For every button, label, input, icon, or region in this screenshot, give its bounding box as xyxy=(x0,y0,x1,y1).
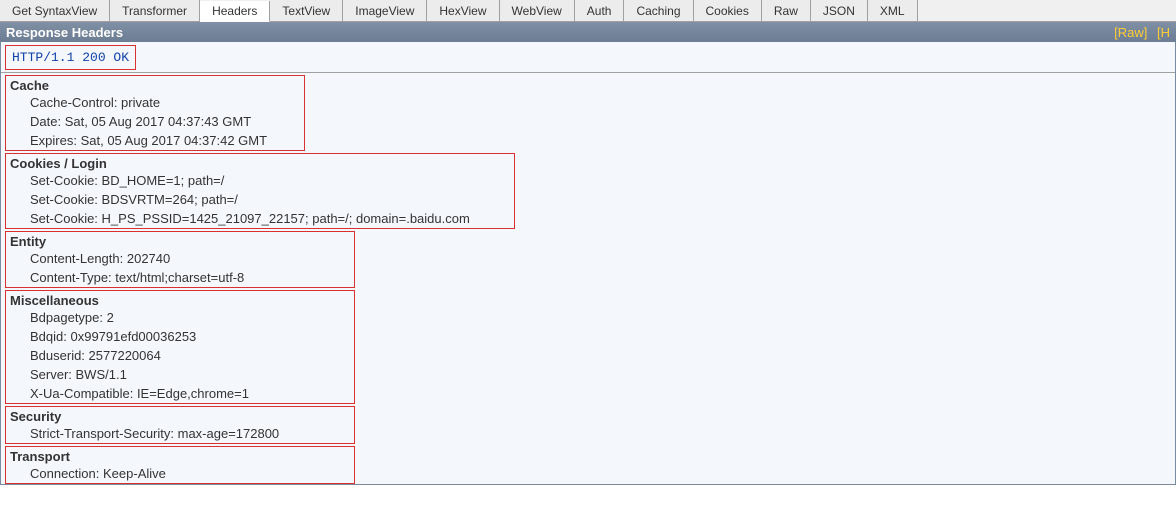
header-group-entity: EntityContent-Length: 202740Content-Type… xyxy=(5,231,355,288)
header-value: Sat, 05 Aug 2017 04:37:42 GMT xyxy=(81,133,267,148)
group-title: Transport xyxy=(6,447,354,464)
header-row[interactable]: Cache-Control: private xyxy=(6,93,304,112)
header-row[interactable]: Server: BWS/1.1 xyxy=(6,365,354,384)
tab-headers[interactable]: Headers xyxy=(200,1,270,22)
header-row[interactable]: Date: Sat, 05 Aug 2017 04:37:43 GMT xyxy=(6,112,304,131)
header-group-cache: CacheCache-Control: privateDate: Sat, 05… xyxy=(5,75,305,151)
tab-imageview[interactable]: ImageView xyxy=(343,0,427,21)
header-name: Bdqid: xyxy=(30,329,70,344)
header-name: Content-Length: xyxy=(30,251,127,266)
status-line-box: HTTP/1.1 200 OK xyxy=(5,45,136,70)
header-name: Expires: xyxy=(30,133,81,148)
response-headers-titlebar: Response Headers [Raw] [H xyxy=(0,22,1176,42)
header-value: 2577220064 xyxy=(89,348,161,363)
group-title: Security xyxy=(6,407,354,424)
tab-get-syntaxview[interactable]: Get SyntaxView xyxy=(0,0,110,21)
tab-hexview[interactable]: HexView xyxy=(427,0,499,21)
header-group-cookies-login: Cookies / LoginSet-Cookie: BD_HOME=1; pa… xyxy=(5,153,515,229)
group-title: Entity xyxy=(6,232,354,249)
header-row[interactable]: X-Ua-Compatible: IE=Edge,chrome=1 xyxy=(6,384,354,403)
tab-xml[interactable]: XML xyxy=(868,0,918,21)
header-row[interactable]: Content-Type: text/html;charset=utf-8 xyxy=(6,268,354,287)
titlebar-links: [Raw] [H xyxy=(1108,25,1170,40)
separator xyxy=(1,72,1175,73)
header-name: Set-Cookie: xyxy=(30,192,102,207)
header-row[interactable]: Connection: Keep-Alive xyxy=(6,464,354,483)
header-value: 202740 xyxy=(127,251,170,266)
tab-textview[interactable]: TextView xyxy=(270,0,343,21)
header-name: Strict-Transport-Security: xyxy=(30,426,178,441)
tab-json[interactable]: JSON xyxy=(811,0,868,21)
header-name: Date: xyxy=(30,114,65,129)
header-row[interactable]: Bdqid: 0x99791efd00036253 xyxy=(6,327,354,346)
header-name: Bduserid: xyxy=(30,348,89,363)
header-value: BDSVRTM=264; path=/ xyxy=(102,192,238,207)
tab-raw[interactable]: Raw xyxy=(762,0,811,21)
header-row[interactable]: Expires: Sat, 05 Aug 2017 04:37:42 GMT xyxy=(6,131,304,150)
header-value: BWS/1.1 xyxy=(76,367,127,382)
header-row[interactable]: Strict-Transport-Security: max-age=17280… xyxy=(6,424,354,443)
tab-webview[interactable]: WebView xyxy=(500,0,575,21)
header-row[interactable]: Set-Cookie: H_PS_PSSID=1425_21097_22157;… xyxy=(6,209,514,228)
header-group-security: SecurityStrict-Transport-Security: max-a… xyxy=(5,406,355,444)
http-status-line: HTTP/1.1 200 OK xyxy=(6,46,135,69)
header-name: Content-Type: xyxy=(30,270,115,285)
tab-bar: Get SyntaxViewTransformerHeadersTextView… xyxy=(0,0,1176,22)
header-name: Set-Cookie: xyxy=(30,173,102,188)
group-title: Cookies / Login xyxy=(6,154,514,171)
header-group-transport: TransportConnection: Keep-Alive xyxy=(5,446,355,484)
raw-link[interactable]: [Raw] xyxy=(1114,25,1147,40)
header-row[interactable]: Content-Length: 202740 xyxy=(6,249,354,268)
header-value: text/html;charset=utf-8 xyxy=(115,270,244,285)
header-group-miscellaneous: MiscellaneousBdpagetype: 2Bdqid: 0x99791… xyxy=(5,290,355,404)
tab-transformer[interactable]: Transformer xyxy=(110,0,200,21)
header-name: X-Ua-Compatible: xyxy=(30,386,137,401)
header-value: 0x99791efd00036253 xyxy=(70,329,196,344)
header-value: 2 xyxy=(107,310,114,325)
header-name: Connection: xyxy=(30,466,103,481)
header-value: private xyxy=(121,95,160,110)
header-row[interactable]: Set-Cookie: BDSVRTM=264; path=/ xyxy=(6,190,514,209)
header-name: Server: xyxy=(30,367,76,382)
header-name: Bdpagetype: xyxy=(30,310,107,325)
tab-cookies[interactable]: Cookies xyxy=(694,0,762,21)
header-row[interactable]: Bdpagetype: 2 xyxy=(6,308,354,327)
header-value: max-age=172800 xyxy=(178,426,280,441)
headers-content: HTTP/1.1 200 OK CacheCache-Control: priv… xyxy=(0,42,1176,485)
group-title: Miscellaneous xyxy=(6,291,354,308)
header-value: H_PS_PSSID=1425_21097_22157; path=/; dom… xyxy=(102,211,470,226)
header-name: Cache-Control: xyxy=(30,95,121,110)
tab-auth[interactable]: Auth xyxy=(575,0,625,21)
group-title: Cache xyxy=(6,76,304,93)
titlebar-title: Response Headers xyxy=(6,25,123,40)
header-row[interactable]: Set-Cookie: BD_HOME=1; path=/ xyxy=(6,171,514,190)
header-definitions-link[interactable]: [H xyxy=(1157,25,1170,40)
tab-caching[interactable]: Caching xyxy=(624,0,693,21)
header-value: Keep-Alive xyxy=(103,466,166,481)
header-name: Set-Cookie: xyxy=(30,211,102,226)
header-value: Sat, 05 Aug 2017 04:37:43 GMT xyxy=(65,114,251,129)
header-value: BD_HOME=1; path=/ xyxy=(102,173,225,188)
header-row[interactable]: Bduserid: 2577220064 xyxy=(6,346,354,365)
header-value: IE=Edge,chrome=1 xyxy=(137,386,249,401)
